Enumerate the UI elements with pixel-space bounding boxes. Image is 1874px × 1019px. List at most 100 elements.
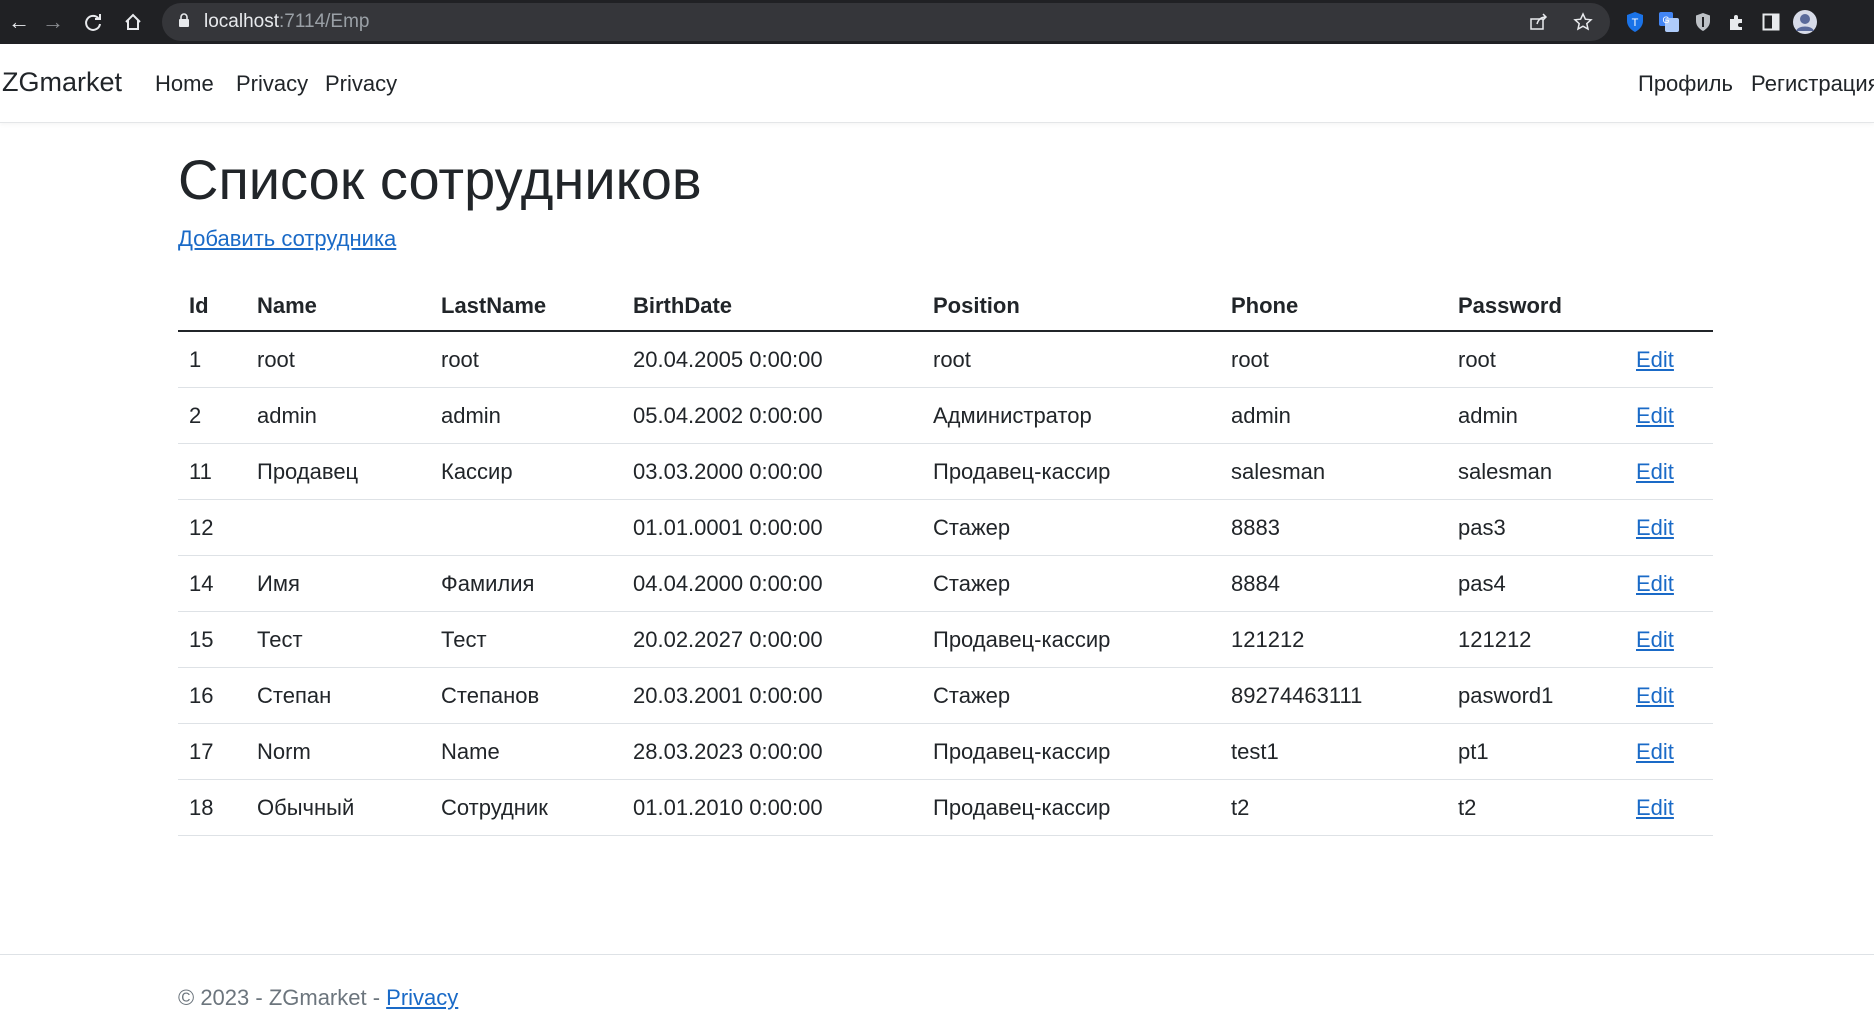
cell-lastname: Сотрудник <box>430 779 622 836</box>
cell-actions: Edit <box>1625 779 1713 836</box>
cell-name: Norm <box>246 723 430 780</box>
add-employee-link[interactable]: Добавить сотрудника <box>178 226 396 252</box>
back-arrow-icon[interactable]: ← <box>0 3 38 41</box>
cell-name: Степан <box>246 667 430 724</box>
cell-id: 15 <box>178 611 246 668</box>
table-row: 15 Тест Тест 20.02.2027 0:00:00 Продавец-кас… <box>178 611 1713 668</box>
cell-name: Имя <box>246 555 430 612</box>
nav-privacy-link[interactable]: Privacy <box>236 71 308 97</box>
edit-link[interactable]: Edit <box>1636 403 1674 428</box>
cell-position: root <box>922 331 1220 388</box>
column-header-name: Name <box>246 282 430 332</box>
table-row: 17 Norm Name 28.03.2023 0:00:00 Продавец-кас… <box>178 723 1713 780</box>
url-host: localhost <box>204 11 279 32</box>
table-row: 2 admin admin 05.04.2002 0:00:00 Администрат… <box>178 387 1713 444</box>
share-icon[interactable] <box>1522 5 1556 39</box>
home-icon[interactable] <box>114 3 152 41</box>
nav-privacy-link-2[interactable]: Privacy <box>325 71 397 97</box>
privacy-shield-icon[interactable] <box>1686 5 1720 39</box>
column-header-password: Password <box>1447 282 1625 332</box>
side-panel-icon[interactable] <box>1754 5 1788 39</box>
cell-name <box>246 499 430 556</box>
shield-extension-icon[interactable]: T <box>1618 5 1652 39</box>
cell-lastname: Кассир <box>430 443 622 500</box>
browser-toolbar: ← → localhost:7114/Emp T G <box>0 0 1874 44</box>
profile-avatar-icon[interactable] <box>1788 5 1822 39</box>
cell-id: 14 <box>178 555 246 612</box>
table-row: 1 root root 20.04.2005 0:00:00 root root root E… <box>178 331 1713 388</box>
edit-link[interactable]: Edit <box>1636 571 1674 596</box>
table-header-row: Id Name LastName BirthDate Position Phon… <box>178 282 1713 332</box>
employees-table: Id Name LastName BirthDate Position Phon… <box>178 282 1713 836</box>
cell-id: 1 <box>178 331 246 388</box>
cell-name: Продавец <box>246 443 430 500</box>
cell-id: 11 <box>178 443 246 500</box>
cell-password: salesman <box>1447 443 1625 500</box>
cell-phone: 8883 <box>1220 499 1447 556</box>
extensions-puzzle-icon[interactable] <box>1720 5 1754 39</box>
cell-password: pas4 <box>1447 555 1625 612</box>
cell-name: Обычный <box>246 779 430 836</box>
cell-phone: t2 <box>1220 779 1447 836</box>
cell-id: 2 <box>178 387 246 444</box>
column-header-actions <box>1625 282 1713 332</box>
page-footer: © 2023 - ZGmarket - Privacy <box>0 954 1874 1019</box>
edit-link[interactable]: Edit <box>1636 459 1674 484</box>
cell-id: 12 <box>178 499 246 556</box>
cell-lastname: Тест <box>430 611 622 668</box>
nav-register-link[interactable]: Регистрация <box>1751 71 1874 97</box>
edit-link[interactable]: Edit <box>1636 627 1674 652</box>
cell-actions: Edit <box>1625 555 1713 612</box>
cell-actions: Edit <box>1625 499 1713 556</box>
translate-icon[interactable]: G <box>1652 5 1686 39</box>
edit-link[interactable]: Edit <box>1636 683 1674 708</box>
column-header-lastname: LastName <box>430 282 622 332</box>
cell-birthdate: 01.01.0001 0:00:00 <box>622 499 922 556</box>
cell-password: t2 <box>1447 779 1625 836</box>
edit-link[interactable]: Edit <box>1636 739 1674 764</box>
cell-position: Стажер <box>922 555 1220 612</box>
cell-lastname: root <box>430 331 622 388</box>
cell-position: Стажер <box>922 667 1220 724</box>
edit-link[interactable]: Edit <box>1636 347 1674 372</box>
app-navbar: ZGmarket Home Privacy Privacy Профиль Ре… <box>0 44 1874 123</box>
cell-phone: 8884 <box>1220 555 1447 612</box>
cell-actions: Edit <box>1625 611 1713 668</box>
column-header-position: Position <box>922 282 1220 332</box>
bookmark-star-icon[interactable] <box>1566 5 1600 39</box>
cell-id: 16 <box>178 667 246 724</box>
edit-link[interactable]: Edit <box>1636 515 1674 540</box>
cell-lastname: Степанов <box>430 667 622 724</box>
cell-phone: root <box>1220 331 1447 388</box>
column-header-phone: Phone <box>1220 282 1447 332</box>
cell-name: admin <box>246 387 430 444</box>
table-row: 16 Степан Степанов 20.03.2001 0:00:00 Стажер… <box>178 667 1713 724</box>
nav-home-link[interactable]: Home <box>155 71 214 97</box>
cell-name: root <box>246 331 430 388</box>
cell-password: pasword1 <box>1447 667 1625 724</box>
address-bar[interactable]: localhost:7114/Emp <box>162 3 1610 41</box>
url-path: :7114/Emp <box>279 11 370 32</box>
lock-icon <box>178 12 190 32</box>
cell-birthdate: 20.02.2027 0:00:00 <box>622 611 922 668</box>
svg-text:G: G <box>1662 15 1669 25</box>
reload-icon[interactable] <box>74 3 112 41</box>
cell-password: pt1 <box>1447 723 1625 780</box>
forward-arrow-icon[interactable]: → <box>34 3 72 41</box>
cell-birthdate: 20.04.2005 0:00:00 <box>622 331 922 388</box>
table-row: 14 Имя Фамилия 04.04.2000 0:00:00 Стажер 8884… <box>178 555 1713 612</box>
edit-link[interactable]: Edit <box>1636 795 1674 820</box>
brand-logo[interactable]: ZGmarket <box>2 67 122 98</box>
table-row: 11 Продавец Кассир 03.03.2000 0:00:00 Продав… <box>178 443 1713 500</box>
cell-actions: Edit <box>1625 443 1713 500</box>
cell-name: Тест <box>246 611 430 668</box>
footer-privacy-link[interactable]: Privacy <box>386 985 458 1010</box>
column-header-birthdate: BirthDate <box>622 282 922 332</box>
cell-position: Продавец-кассир <box>922 443 1220 500</box>
cell-password: 121212 <box>1447 611 1625 668</box>
cell-position: Продавец-кассир <box>922 723 1220 780</box>
cell-password: root <box>1447 331 1625 388</box>
table-row: 18 Обычный Сотрудник 01.01.2010 0:00:00 Прод… <box>178 779 1713 836</box>
cell-phone: 89274463111 <box>1220 667 1447 724</box>
nav-profile-link[interactable]: Профиль <box>1638 71 1733 97</box>
